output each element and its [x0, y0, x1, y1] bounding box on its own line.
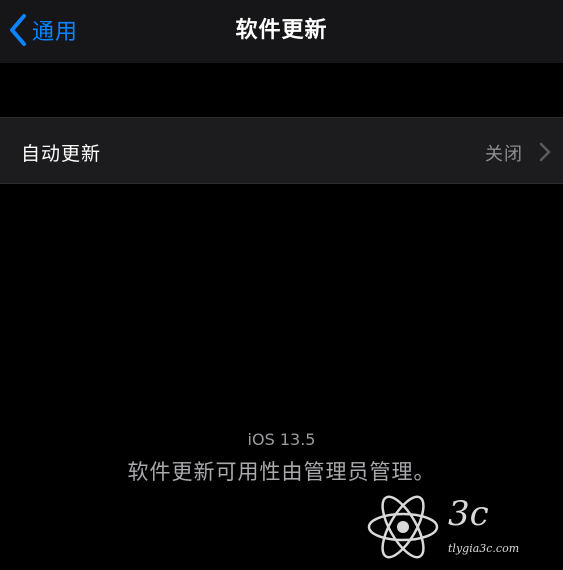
page-title: 软件更新 [235, 18, 328, 43]
navigation-bar: 通用 软件更新 [0, 0, 563, 63]
section-spacer [0, 63, 563, 117]
ios-version-label: iOS 13.5 [247, 430, 316, 449]
watermark-subtext: tlygia3c.com [448, 542, 520, 555]
auto-update-label: 自动更新 [21, 143, 102, 165]
watermark-text: 3c [448, 494, 489, 534]
watermark: 3c tlygia3c.com [360, 486, 563, 569]
management-note: 软件更新可用性由管理员管理。 [127, 460, 436, 484]
atom-logo-icon [364, 488, 442, 570]
chevron-right-icon [539, 142, 551, 166]
auto-update-row[interactable]: 自动更新 关闭 [0, 117, 563, 184]
auto-update-status: 关闭 [485, 144, 523, 165]
